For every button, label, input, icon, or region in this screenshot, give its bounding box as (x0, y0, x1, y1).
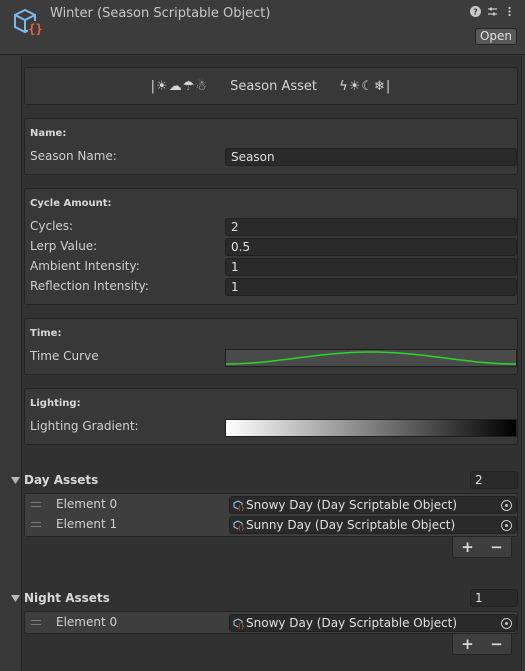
svg-text:{}: {} (237, 526, 244, 532)
scriptable-object-icon: {} (14, 8, 43, 36)
object-picker-icon[interactable] (501, 618, 512, 629)
inspector-header: {} Winter (Season Scriptable Object) ? O… (0, 0, 525, 55)
scriptable-object-small-icon: {} (233, 618, 244, 629)
element-label: Element 1 (56, 517, 118, 531)
day-assets-list: Element 0 {} Snowy Day (Day Scriptable O… (24, 493, 518, 537)
day-assets-header[interactable]: Day Assets (24, 473, 98, 487)
name-section-title: Name: (30, 128, 67, 139)
object-field-value: Snowy Day (Day Scriptable Object) (246, 498, 458, 512)
element-label: Element 0 (56, 497, 118, 511)
object-field[interactable]: {} Sunny Day (Day Scriptable Object) (229, 516, 517, 534)
banner-right-glyphs: ϟ☀☾❄| (339, 79, 392, 94)
cycles-field[interactable]: 2 (225, 218, 517, 236)
season-name-label: Season Name: (30, 149, 117, 163)
drag-handle-icon[interactable] (31, 502, 41, 507)
list-item: Element 1 {} Sunny Day (Day Scriptable O… (25, 515, 517, 535)
lighting-gradient-field[interactable] (225, 419, 517, 437)
cycles-label: Cycles: (30, 219, 74, 233)
time-curve-line (225, 351, 517, 365)
lerp-value-field[interactable]: 0.5 (225, 238, 517, 256)
day-assets-count-field[interactable]: 2 (470, 471, 518, 489)
remove-element-button[interactable]: − (490, 538, 503, 556)
svg-text:{}: {} (237, 506, 244, 512)
element-label: Element 0 (56, 615, 118, 629)
night-assets-header[interactable]: Night Assets (24, 591, 110, 605)
object-field[interactable]: {} Snowy Day (Day Scriptable Object) (229, 614, 517, 632)
custom-editor-pane: |☀☁☂☃ Season Asset ϟ☀☾❄| Name: Season Na… (11, 56, 522, 671)
time-curve-label: Time Curve (30, 349, 99, 363)
open-button[interactable]: Open (475, 28, 517, 45)
scriptable-object-small-icon: {} (233, 520, 244, 531)
presets-icon[interactable] (487, 6, 498, 17)
help-icon[interactable]: ? (470, 6, 481, 17)
night-assets-list-controls: + − (452, 634, 512, 655)
list-item: Element 0 {} Snowy Day (Day Scriptable O… (25, 613, 517, 633)
inspector-body: |☀☁☂☃ Season Asset ϟ☀☾❄| Name: Season Na… (0, 56, 525, 671)
kebab-menu-icon[interactable] (504, 6, 515, 17)
banner-left-glyphs: |☀☁☂☃ (150, 79, 209, 94)
day-assets-list-controls: + − (452, 537, 512, 558)
time-section: Time: Time Curve (24, 318, 518, 375)
drag-handle-icon[interactable] (31, 620, 41, 625)
remove-element-button[interactable]: − (490, 635, 503, 653)
banner-title: Season Asset (230, 79, 318, 94)
list-item: Element 0 {} Snowy Day (Day Scriptable O… (25, 495, 517, 515)
svg-text:?: ? (473, 8, 478, 17)
inspector-title: Winter (Season Scriptable Object) (50, 6, 271, 21)
cycle-section-title: Cycle Amount: (30, 198, 112, 209)
ambient-intensity-field[interactable]: 1 (225, 258, 517, 276)
object-picker-icon[interactable] (501, 520, 512, 531)
scriptable-object-small-icon: {} (233, 500, 244, 511)
lerp-value-label: Lerp Value: (30, 239, 98, 253)
object-field-value: Snowy Day (Day Scriptable Object) (246, 616, 458, 630)
lighting-gradient-label: Lighting Gradient: (30, 419, 139, 433)
add-element-button[interactable]: + (461, 538, 474, 556)
reflection-intensity-field[interactable]: 1 (225, 278, 517, 296)
day-assets-foldout-icon[interactable] (11, 477, 20, 484)
svg-text:{}: {} (237, 624, 244, 630)
lighting-section: Lighting: Lighting Gradient: (24, 388, 518, 445)
season-asset-banner: |☀☁☂☃ Season Asset ϟ☀☾❄| (24, 67, 518, 105)
name-section: Name: Season Name: Season (24, 118, 518, 175)
time-section-title: Time: (30, 328, 62, 339)
night-assets-foldout-icon[interactable] (11, 595, 20, 602)
ambient-intensity-label: Ambient Intensity: (30, 259, 140, 273)
season-name-field[interactable]: Season (225, 148, 517, 166)
night-assets-count-field[interactable]: 1 (470, 589, 518, 607)
add-element-button[interactable]: + (461, 635, 474, 653)
svg-text:{}: {} (28, 22, 42, 36)
object-picker-icon[interactable] (501, 500, 512, 511)
object-field-value: Sunny Day (Day Scriptable Object) (246, 518, 456, 532)
reflection-intensity-label: Reflection Intensity: (30, 279, 149, 293)
lighting-section-title: Lighting: (30, 398, 81, 409)
time-curve-field[interactable] (225, 349, 517, 367)
night-assets-list: Element 0 {} Snowy Day (Day Scriptable O… (24, 611, 518, 634)
drag-handle-icon[interactable] (31, 522, 41, 527)
object-field[interactable]: {} Snowy Day (Day Scriptable Object) (229, 496, 517, 514)
cycle-amount-section: Cycle Amount: Cycles: 2 Lerp Value: 0.5 … (24, 188, 518, 305)
